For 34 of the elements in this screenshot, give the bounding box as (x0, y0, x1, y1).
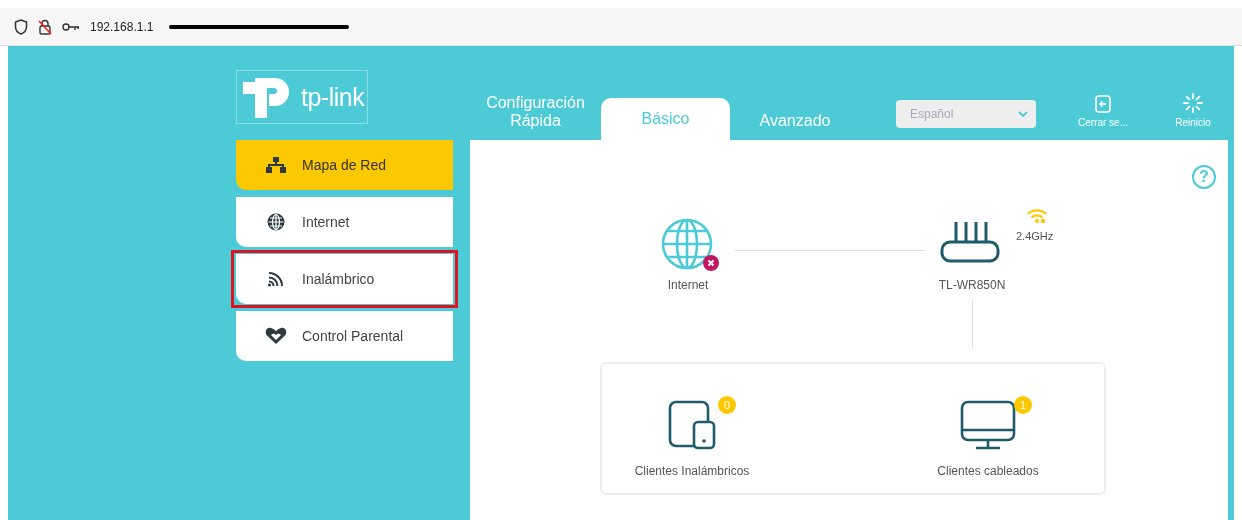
node-label: Internet (666, 278, 710, 292)
monitor-icon (960, 400, 1016, 450)
language-select[interactable]: Español (896, 100, 1036, 128)
count-badge: 0 (718, 396, 736, 414)
node-label: TL-WR850N (937, 278, 1007, 292)
sidebar-item[interactable]: Inalámbrico (236, 254, 453, 304)
wifi-icon (267, 271, 285, 287)
tab[interactable]: Básico (601, 98, 730, 140)
shield-icon (14, 18, 28, 35)
tab[interactable]: Avanzado (730, 112, 860, 140)
sidebar-item[interactable]: Control Parental (236, 311, 453, 361)
reboot-button[interactable]: Reinicio (1158, 93, 1228, 128)
router-icon (938, 220, 1002, 264)
tablet-phone-icon (668, 400, 716, 450)
logo-text: tp-link (301, 82, 365, 112)
key-icon (62, 21, 80, 32)
tab[interactable]: Configuración Rápida (478, 94, 593, 140)
sidebar-item[interactable]: Mapa de Red (236, 140, 453, 190)
logout-button[interactable]: Cerrar se... (1068, 95, 1138, 128)
band-label: 2.4GHz (1016, 230, 1054, 242)
address-text[interactable]: 192.168.1.1 (90, 19, 154, 34)
insecure-lock-icon (38, 18, 52, 35)
count-badge: 1 (1014, 396, 1032, 414)
network-icon (266, 157, 286, 173)
client-label: Clientes cableados (937, 464, 1039, 478)
wifi-signal-icon (1027, 208, 1047, 224)
chevron-down-icon (1018, 111, 1028, 117)
reboot-icon (1183, 93, 1203, 113)
globe-icon (267, 213, 285, 231)
heart-icon (265, 327, 287, 345)
sidebar-item[interactable]: Internet (236, 197, 453, 247)
client-label: Clientes Inalámbricos (634, 464, 750, 478)
logout-icon (1094, 95, 1112, 113)
help-icon[interactable]: ? (1192, 165, 1216, 189)
